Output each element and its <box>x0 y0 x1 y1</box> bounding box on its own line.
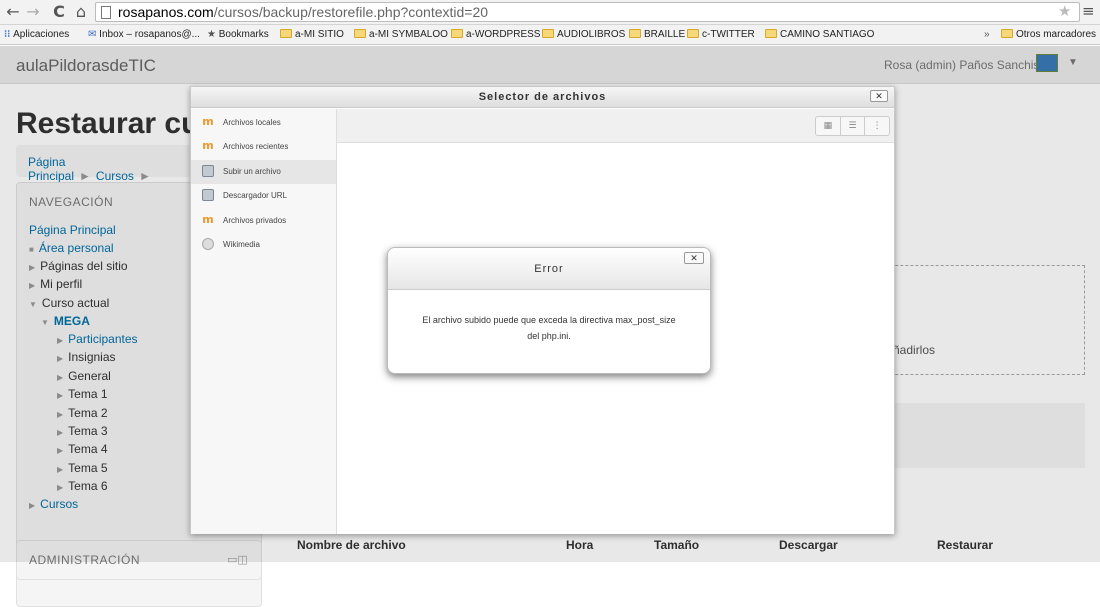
repository-list: m Archivos locales m Archivos recientes Su… <box>191 109 337 534</box>
bookmark-folder[interactable]: AUDIOLIBROS <box>542 29 625 40</box>
file-picker-title: Selector de archivos <box>478 91 607 103</box>
list-view-icon[interactable]: ☰ <box>841 117 866 135</box>
page-icon <box>101 6 111 19</box>
bookmarks-overflow[interactable]: » <box>984 29 990 40</box>
folder-icon <box>280 29 292 38</box>
folder-icon <box>542 29 554 38</box>
error-dialog: Error ✕ El archivo subido puede que exce… <box>387 247 711 374</box>
moodle-icon: m <box>202 213 214 226</box>
close-button[interactable]: ✕ <box>684 252 704 264</box>
view-switcher: ▦ ☰ ⋮ <box>815 116 890 136</box>
folder-icon <box>687 29 699 38</box>
star-icon: ★ <box>207 29 219 40</box>
repo-url-downloader[interactable]: Descargador URL <box>191 184 336 208</box>
bookmark-folder[interactable]: CAMINO SANTIAGO <box>765 29 874 40</box>
menu-icon[interactable]: ≡ <box>1082 2 1095 20</box>
file-picker-header: Selector de archivos ✕ <box>191 87 894 108</box>
repo-wikimedia[interactable]: Wikimedia <box>191 233 336 257</box>
moodle-icon: m <box>202 115 214 128</box>
bookmarks-bar: ⁝⁝ Aplicaciones ✉ Inbox – rosapanos@... … <box>0 25 1100 45</box>
reload-button[interactable]: C <box>50 2 68 21</box>
repo-local-files[interactable]: m Archivos locales <box>191 111 336 135</box>
tree-view-icon[interactable]: ⋮ <box>865 117 889 135</box>
folder-icon <box>354 29 366 38</box>
bookmark-folder[interactable]: a-MI SITIO <box>280 29 344 40</box>
repo-recent-files[interactable]: m Archivos recientes <box>191 135 336 159</box>
url-icon <box>202 189 214 201</box>
folder-icon <box>1001 29 1013 38</box>
folder-icon <box>765 29 777 38</box>
url-path: /cursos/backup/restorefile.php?contextid… <box>213 4 489 20</box>
bookmark-folder[interactable]: a-MI SYMBALOO <box>354 29 448 40</box>
back-button[interactable]: ← <box>4 2 22 21</box>
icons-view-icon[interactable]: ▦ <box>816 117 841 135</box>
error-dialog-header: Error ✕ <box>388 248 710 290</box>
apps-icon: ⁝⁝ <box>4 29 14 40</box>
bookmark-bookmarks[interactable]: ★ Bookmarks <box>207 29 269 40</box>
error-message: El archivo subido puede que exceda la di… <box>422 315 676 341</box>
bookmark-folder[interactable]: c-TWITTER <box>687 29 755 40</box>
home-button[interactable]: ⌂ <box>72 2 90 21</box>
bookmark-folder[interactable]: BRAILLE <box>629 29 685 40</box>
bookmark-apps[interactable]: ⁝⁝ Aplicaciones <box>4 29 69 40</box>
close-button[interactable]: ✕ <box>870 90 888 102</box>
file-picker-toolbar: ▦ ☰ ⋮ <box>337 109 894 143</box>
folder-icon <box>629 29 641 38</box>
wikimedia-icon <box>202 238 214 250</box>
repo-private-files[interactable]: m Archivos privados <box>191 209 336 233</box>
inbox-icon: ✉ <box>88 29 100 40</box>
upload-icon <box>202 165 214 177</box>
bookmark-folder[interactable]: a-WORDPRESS <box>451 29 540 40</box>
bookmark-star-icon[interactable]: ★ <box>1058 2 1071 20</box>
moodle-icon: m <box>202 139 214 152</box>
bookmark-inbox[interactable]: ✉ Inbox – rosapanos@... <box>88 29 200 40</box>
folder-icon <box>451 29 463 38</box>
address-bar[interactable]: rosapanos.com/cursos/backup/restorefile.… <box>95 2 1080 22</box>
repo-upload-file[interactable]: Subir un archivo <box>191 160 336 184</box>
browser-toolbar: ← → C ⌂ rosapanos.com/cursos/backup/rest… <box>0 0 1100 25</box>
error-title: Error <box>534 263 564 275</box>
forward-button[interactable]: → <box>24 2 42 21</box>
other-bookmarks[interactable]: Otros marcadores <box>1001 29 1096 40</box>
url-host: rosapanos.com <box>118 4 214 20</box>
